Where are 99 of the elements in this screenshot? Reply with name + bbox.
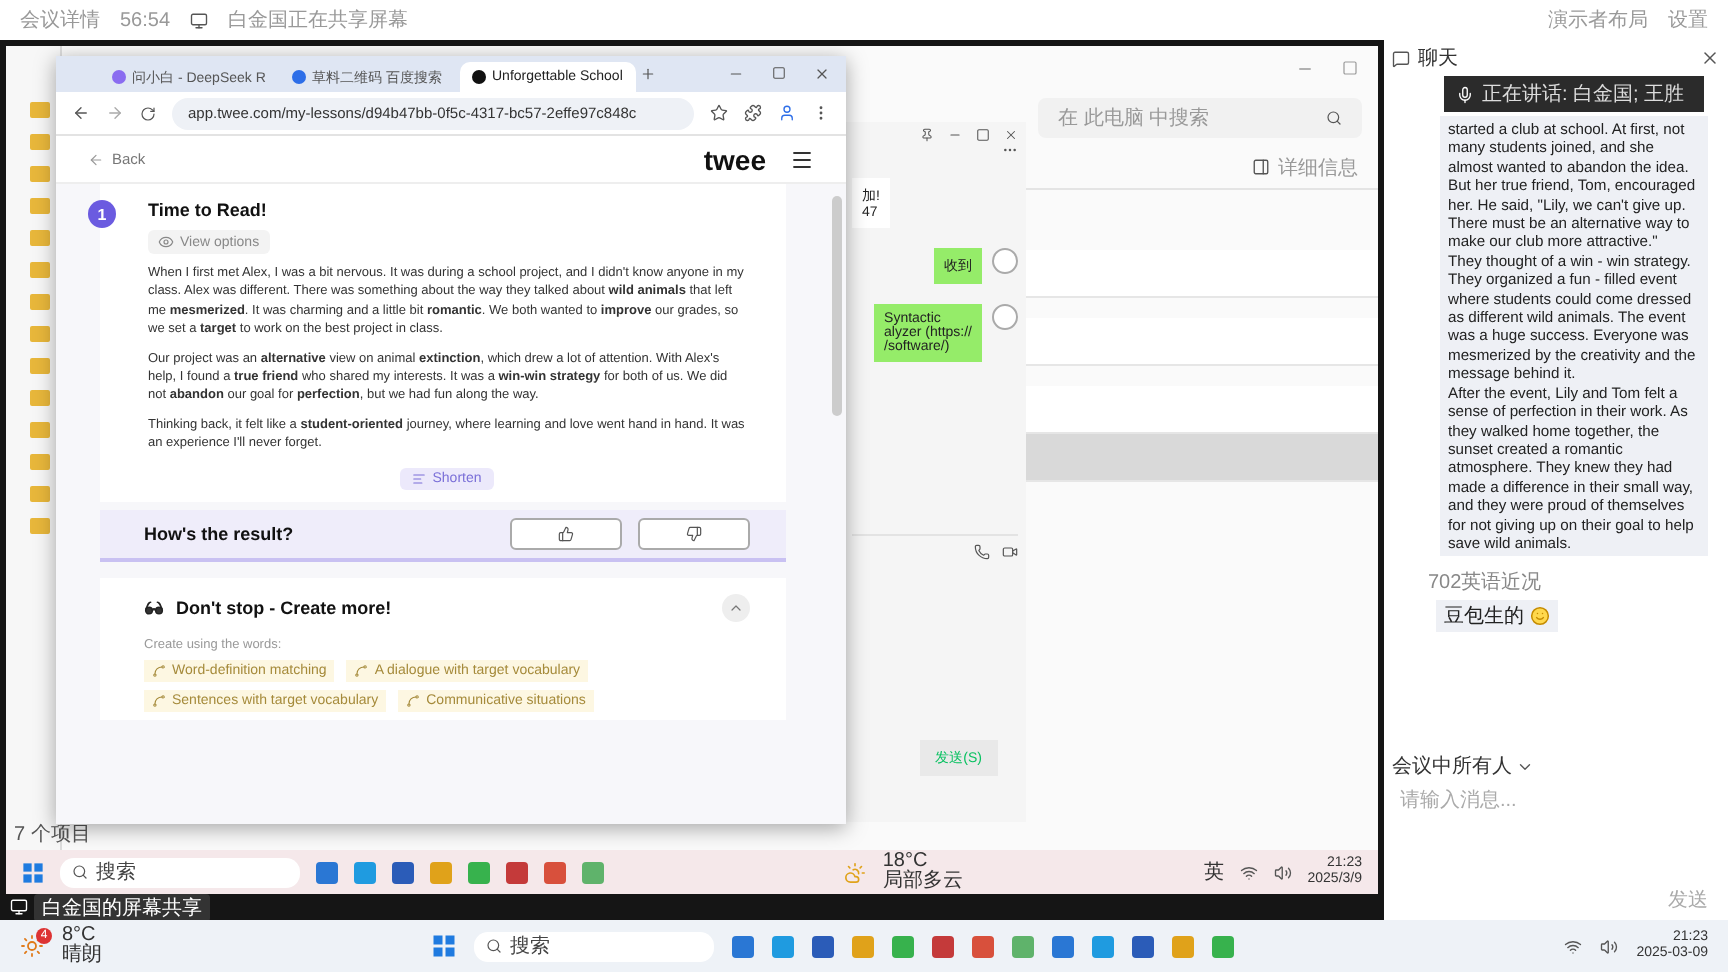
curve-icon — [354, 663, 369, 678]
new-tab-icon[interactable] — [640, 66, 656, 82]
list-row[interactable] — [1022, 250, 1378, 298]
meeting-menu-item[interactable]: 设置 — [1668, 6, 1708, 34]
logo: twee — [703, 143, 766, 175]
app-icon[interactable] — [812, 935, 835, 957]
back-icon[interactable] — [72, 104, 90, 122]
volume-icon — [1273, 863, 1292, 881]
menu-icon[interactable] — [790, 147, 814, 171]
back-arrow-icon — [88, 151, 104, 167]
close-icon[interactable] — [1700, 48, 1720, 68]
taskbar-search-field[interactable]: 搜索 — [474, 931, 715, 961]
thumbs-down-icon — [686, 525, 702, 542]
app-icon[interactable] — [972, 935, 995, 957]
app-icon[interactable] — [1132, 935, 1155, 957]
app-icon[interactable] — [1092, 935, 1115, 957]
app-icon[interactable] — [392, 861, 414, 883]
section-title: Time to Read! — [148, 200, 269, 220]
eye-icon — [158, 234, 174, 250]
app-icon[interactable] — [468, 861, 490, 883]
weather-text: 8°C 晴朗 — [62, 926, 102, 966]
wifi-icon — [1564, 937, 1583, 955]
phone-icon[interactable] — [974, 544, 990, 560]
app-icon[interactable] — [316, 861, 338, 883]
section-title: Don't stop - Create more! — [176, 597, 392, 618]
weather-icon — [20, 934, 44, 958]
app-icon[interactable] — [772, 935, 795, 957]
screen-share-icon — [10, 898, 28, 916]
reload-icon[interactable] — [140, 105, 156, 121]
screen-icon — [190, 11, 209, 29]
meeting-info-text: 会议详情 — [20, 7, 100, 34]
lines-icon — [412, 471, 427, 486]
panel-icon — [1252, 158, 1270, 176]
close-icon[interactable] — [814, 66, 830, 82]
send-button[interactable]: 发送 — [1656, 884, 1720, 916]
message-text: 豆包生的 — [1444, 603, 1524, 631]
avatar-icon — [992, 248, 1018, 274]
maximize-icon[interactable] — [1342, 60, 1358, 76]
smile-icon — [1530, 606, 1550, 627]
minimize-icon[interactable] — [948, 128, 962, 142]
star-icon[interactable] — [710, 104, 728, 122]
speaking-text: 正在讲话: 白金国; 王胜 — [1482, 81, 1685, 108]
extension-icon[interactable] — [744, 104, 762, 122]
profile-icon[interactable] — [778, 104, 796, 122]
ime-indicator[interactable]: 英 — [1203, 858, 1224, 886]
feedback-question: How's the result? — [144, 523, 294, 544]
pin-icon[interactable] — [920, 128, 934, 142]
item-count: 7 个项目 — [14, 822, 91, 848]
search-icon — [1326, 110, 1342, 126]
step-number: 1 — [88, 200, 116, 228]
weather-icon — [844, 861, 867, 883]
meeting-info-text: 56:54 — [120, 9, 171, 31]
list-row[interactable] — [1022, 318, 1378, 366]
video-icon[interactable] — [1002, 544, 1018, 560]
favicon-icon — [112, 70, 126, 84]
app-icon[interactable] — [732, 935, 755, 957]
favicon-icon — [472, 70, 486, 84]
avatar-icon — [992, 304, 1018, 330]
forward-icon[interactable] — [106, 104, 124, 122]
app-icon[interactable] — [506, 861, 528, 883]
windows-logo-icon[interactable] — [22, 861, 44, 883]
curve-icon — [152, 663, 166, 678]
search-icon — [486, 938, 503, 954]
search-icon — [72, 864, 88, 880]
wifi-icon — [1239, 863, 1258, 881]
favicon-icon — [292, 70, 306, 84]
panel-title: 聊天 — [1418, 46, 1458, 72]
curve-icon — [406, 693, 421, 708]
collapse-button[interactable] — [722, 593, 750, 622]
curve-icon — [152, 693, 166, 708]
sunglasses-icon — [144, 597, 164, 618]
maximize-icon[interactable] — [976, 128, 990, 142]
app-icon[interactable] — [1052, 935, 1075, 957]
sharing-notice: 白金国正在共享屏幕 — [228, 7, 409, 34]
app-icon[interactable] — [1212, 935, 1235, 957]
chat-icon — [1392, 49, 1410, 67]
thumbs-up-icon — [558, 525, 574, 542]
windows-logo-icon[interactable] — [432, 934, 457, 958]
thumbs-down-button[interactable] — [638, 517, 750, 550]
details-button[interactable]: 详细信息 — [1278, 153, 1358, 181]
volume-icon — [1600, 937, 1619, 955]
weather-text: 18°C 局部多云 — [882, 852, 963, 892]
scrollbar[interactable] — [832, 196, 842, 416]
sender-name: 702英语近况 — [1428, 569, 1544, 597]
list-row[interactable] — [1022, 386, 1378, 434]
close-icon[interactable] — [1004, 128, 1018, 142]
app-icon[interactable] — [354, 861, 376, 883]
microphone-icon — [1456, 85, 1474, 103]
app-icon[interactable] — [544, 861, 566, 883]
screen-share-label: 白金国的屏幕共享 — [34, 893, 210, 921]
thumbs-up-button[interactable] — [510, 517, 622, 550]
search-field[interactable]: 在 此电脑 中搜索 — [1038, 98, 1362, 138]
meeting-menu-item[interactable]: 演示者布局 — [1548, 6, 1648, 34]
recipient-dropdown[interactable]: 会议中所有人 — [1392, 748, 1534, 784]
app-icon[interactable] — [1012, 935, 1035, 957]
maximize-icon[interactable] — [772, 66, 786, 80]
app-icon[interactable] — [932, 935, 955, 957]
taskbar-search-field[interactable]: 搜索 — [60, 857, 300, 887]
app-icon[interactable] — [892, 935, 915, 957]
